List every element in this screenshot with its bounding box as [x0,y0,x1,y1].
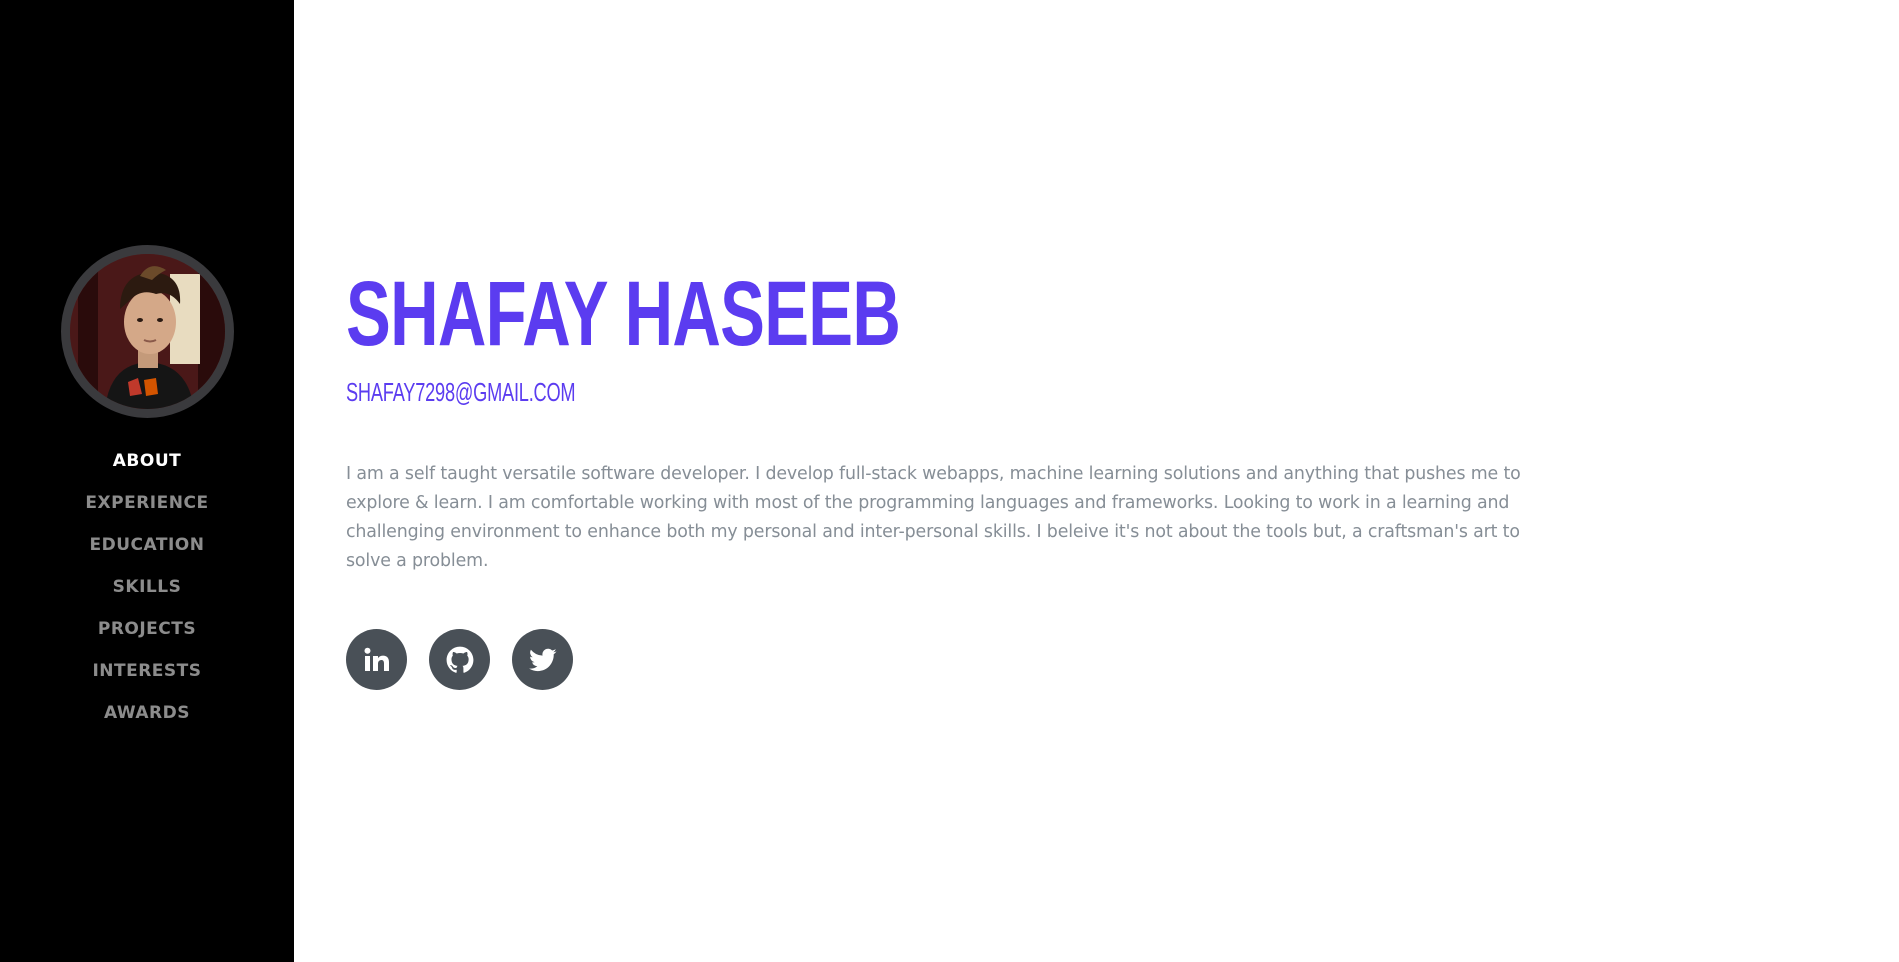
sidebar: ABOUT EXPERIENCE EDUCATION SKILLS PROJEC… [0,0,294,962]
github-button[interactable] [429,629,490,690]
linkedin-icon [364,647,389,671]
avatar[interactable] [60,245,234,418]
nav-item-projects[interactable]: PROJECTS [98,608,196,650]
bio-text: I am a self taught versatile software de… [346,464,1521,571]
nav-item-interests[interactable]: INTERESTS [92,650,201,692]
nav-item-education[interactable]: EDUCATION [90,524,205,566]
sidebar-nav: ABOUT EXPERIENCE EDUCATION SKILLS PROJEC… [85,440,208,734]
twitter-button[interactable] [512,629,573,690]
nav-item-awards[interactable]: AWARDS [104,692,190,734]
email-link[interactable]: SHAFAY7298@GMAIL.COM [346,377,576,408]
profile-photo [69,254,225,409]
social-links [346,629,573,690]
linkedin-button[interactable] [346,629,407,690]
github-icon [446,646,473,673]
twitter-icon [528,648,557,671]
page-title: SHAFAY HASEEB [346,263,901,365]
nav-item-skills[interactable]: SKILLS [113,566,182,608]
nav-item-about[interactable]: ABOUT [113,440,181,482]
nav-item-experience[interactable]: EXPERIENCE [85,482,208,524]
